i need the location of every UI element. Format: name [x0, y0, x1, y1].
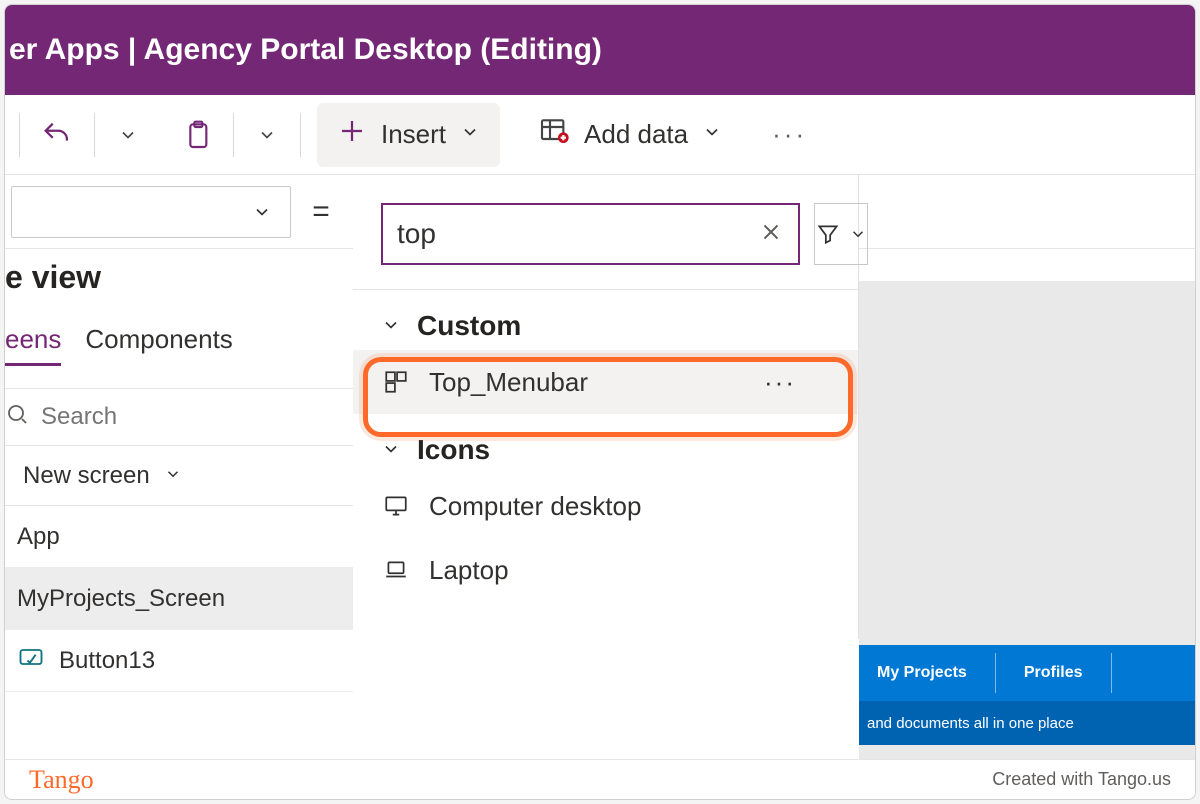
insert-search-input[interactable]: [397, 218, 758, 250]
tree-view-panel: e view eens Components New screen App My…: [5, 249, 353, 759]
add-data-button[interactable]: Add data: [522, 107, 738, 163]
undo-history-dropdown[interactable]: [105, 107, 151, 163]
new-screen-button[interactable]: New screen: [5, 446, 353, 506]
canvas-preview: My Projects Profiles and documents all i…: [859, 281, 1195, 761]
undo-icon: [40, 118, 74, 152]
toolbar-separator: [94, 113, 95, 157]
clear-search-icon[interactable]: [758, 219, 784, 250]
group-label: Custom: [417, 310, 521, 342]
paste-button[interactable]: [171, 107, 223, 163]
footer-credit: Created with Tango.us: [992, 769, 1171, 790]
toolbar-separator: [19, 113, 20, 157]
chevron-down-icon: [381, 310, 401, 342]
tab-screens[interactable]: eens: [5, 324, 61, 366]
chevron-down-icon: [381, 434, 401, 466]
preview-tab-my-projects[interactable]: My Projects: [859, 664, 985, 682]
group-header-custom[interactable]: Custom: [353, 290, 858, 350]
item-more-button[interactable]: ···: [764, 367, 796, 398]
filter-button[interactable]: [814, 203, 868, 265]
insert-panel: Custom Top_Menubar ··· Icons Computer de…: [353, 175, 859, 639]
tree-view-title: e view: [5, 249, 353, 324]
toolbar-separator: [300, 113, 301, 157]
chevron-down-icon: [702, 121, 722, 149]
preview-subtitle-text: and documents all in one place: [867, 715, 1074, 732]
clipboard-icon: [181, 119, 213, 151]
tree-view-tabs: eens Components: [5, 324, 353, 366]
tango-logo: Tango: [29, 765, 94, 795]
plus-icon: [337, 116, 367, 153]
footer: Tango Created with Tango.us: [5, 759, 1195, 799]
formula-equals: =: [291, 195, 351, 229]
insert-item-label: Top_Menubar: [429, 367, 588, 398]
preview-tab-profiles[interactable]: Profiles: [1006, 664, 1101, 682]
tab-components[interactable]: Components: [85, 324, 232, 366]
data-icon: [538, 115, 570, 154]
insert-search-box[interactable]: [381, 203, 800, 265]
desktop-icon: [381, 493, 411, 519]
insert-item-computer-desktop[interactable]: Computer desktop: [353, 474, 858, 538]
insert-item-label: Computer desktop: [429, 491, 641, 522]
tree-label: Button13: [59, 647, 155, 675]
preview-menubar: My Projects Profiles: [859, 645, 1195, 701]
filter-icon: [815, 221, 841, 247]
button-icon: [17, 643, 45, 678]
tree-row-app[interactable]: App: [5, 506, 353, 568]
property-dropdown[interactable]: [11, 186, 291, 238]
tree-label: MyProjects_Screen: [17, 585, 225, 613]
insert-item-label: Laptop: [429, 555, 509, 586]
chevron-down-icon: [252, 202, 272, 222]
preview-divider: [995, 653, 996, 693]
new-screen-label: New screen: [23, 462, 150, 490]
chevron-down-icon: [257, 125, 277, 145]
tree-search[interactable]: [5, 388, 353, 446]
add-data-label: Add data: [584, 119, 688, 150]
preview-subtitle-strip: and documents all in one place: [859, 701, 1195, 745]
group-header-icons[interactable]: Icons: [353, 414, 858, 474]
paste-options-dropdown[interactable]: [244, 107, 290, 163]
preview-divider: [1111, 653, 1112, 693]
laptop-icon: [381, 557, 411, 583]
chevron-down-icon: [460, 121, 480, 149]
app-title-bar: er Apps | Agency Portal Desktop (Editing…: [5, 5, 1195, 95]
tree-row-child[interactable]: Button13: [5, 630, 353, 692]
tree-search-input[interactable]: [41, 403, 353, 431]
insert-item-laptop[interactable]: Laptop: [353, 538, 858, 602]
tree-label: App: [17, 523, 60, 551]
insert-item-top-menubar[interactable]: Top_Menubar ···: [353, 350, 858, 414]
toolbar-separator: [233, 113, 234, 157]
chevron-down-icon: [849, 225, 867, 243]
chevron-down-icon: [164, 462, 182, 490]
undo-button[interactable]: [30, 107, 84, 163]
insert-button[interactable]: Insert: [317, 103, 500, 167]
component-icon: [381, 369, 411, 395]
toolbar: Insert Add data ···: [5, 95, 1195, 175]
search-icon: [5, 402, 29, 433]
chevron-down-icon: [118, 125, 138, 145]
more-commands-button[interactable]: ···: [762, 107, 817, 163]
group-label: Icons: [417, 434, 490, 466]
insert-label: Insert: [381, 119, 446, 150]
app-title-text: er Apps | Agency Portal Desktop (Editing…: [5, 33, 602, 67]
tree-row-selected-screen[interactable]: MyProjects_Screen: [5, 568, 353, 630]
